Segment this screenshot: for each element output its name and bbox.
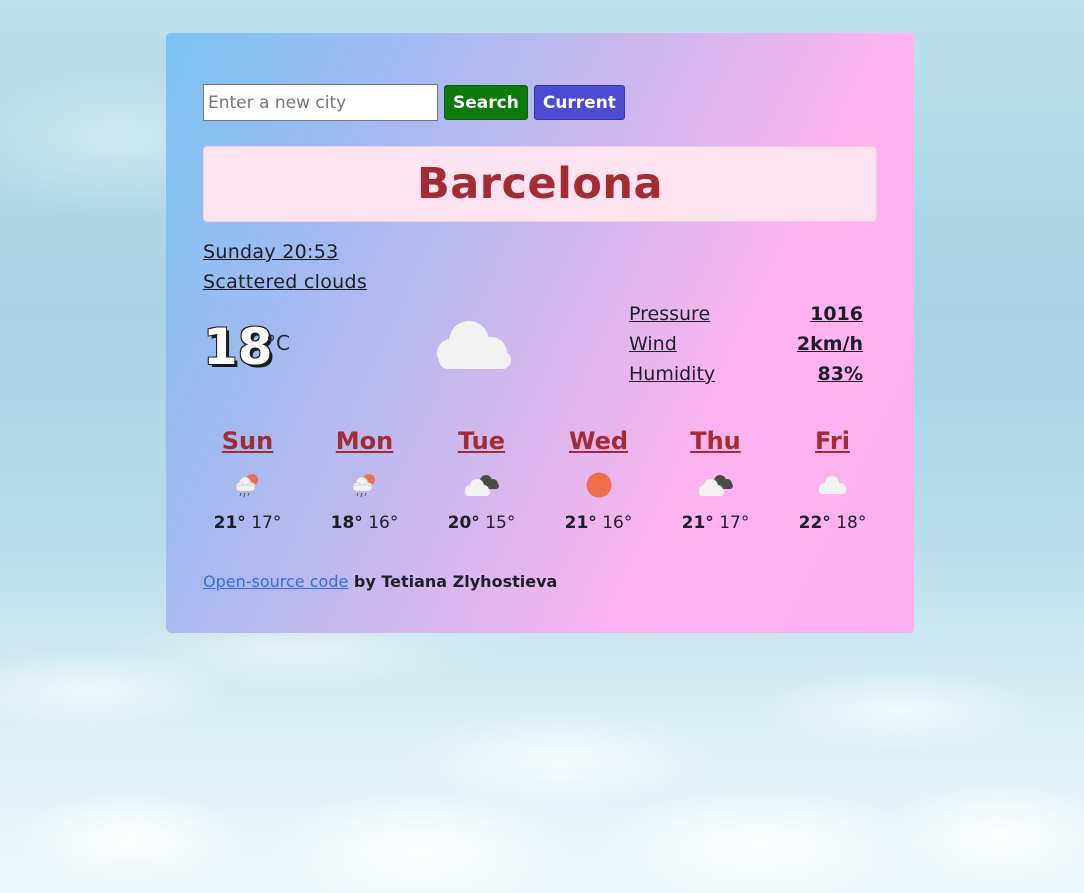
current-location-button[interactable]: Current [533,85,625,120]
forecast-day-name: Fri [815,427,850,455]
forecast-day: Tue 20° 15° [423,421,540,533]
humidity-value: 83% [817,363,863,385]
forecast-day-name: Sun [221,427,274,455]
search-form: Search Current [203,84,625,121]
forecast-temps: 18° 16° [306,513,423,533]
forecast-max: 22° [798,513,831,533]
city-name: Barcelona [416,159,664,209]
footer: Open-source code by Tetiana Zlyhostieva [203,572,557,591]
sun-icon [540,461,657,509]
forecast-max: 21° [564,513,597,533]
forecast: Sun 21° 17° Mon 18° 16° Tue 20° 15° Wed … [189,421,891,533]
forecast-temps: 21° 16° [540,513,657,533]
current-date-time: Sunday 20:53 [203,241,339,263]
pressure-value: 1016 [810,303,863,325]
broken-clouds-icon [657,461,774,509]
weather-description: Scattered clouds [203,271,368,293]
forecast-day-name: Thu [690,427,741,455]
rain-sun-icon [189,461,306,509]
wind-value: 2km/h [796,333,863,355]
forecast-min: 18° [836,513,867,533]
wind-label: Wind [629,333,677,355]
broken-clouds-icon [423,461,540,509]
cloud-icon [774,461,891,509]
forecast-min: 16° [602,513,633,533]
cloud-icon [429,313,519,373]
current-temperature: 18 [203,318,273,376]
city-search-input[interactable] [203,84,438,121]
weather-details: Pressure 1016 Wind 2km/h Humidity 83% [629,299,869,389]
weather-card: Search Current Barcelona Sunday 20:53 Sc… [166,33,914,633]
rain-sun-icon [306,461,423,509]
forecast-temps: 21° 17° [189,513,306,533]
forecast-day: Thu 21° 17° [657,421,774,533]
humidity-label: Humidity [629,363,716,385]
forecast-max: 18° [330,513,363,533]
forecast-min: 15° [485,513,516,533]
pressure-row: Pressure 1016 [629,299,869,329]
forecast-temps: 22° 18° [774,513,891,533]
city-header: Barcelona [203,146,877,222]
author-credit: by Tetiana Zlyhostieva [348,572,558,591]
search-button[interactable]: Search [444,85,528,120]
forecast-day-name: Wed [568,427,629,455]
forecast-temps: 20° 15° [423,513,540,533]
forecast-min: 16° [368,513,399,533]
forecast-day: Fri 22° 18° [774,421,891,533]
forecast-max: 20° [447,513,480,533]
pressure-label: Pressure [629,303,711,325]
forecast-temps: 21° 17° [657,513,774,533]
humidity-row: Humidity 83% [629,359,869,389]
forecast-day: Sun 21° 17° [189,421,306,533]
forecast-day-name: Tue [457,427,506,455]
source-code-link[interactable]: Open-source code [203,572,348,591]
forecast-max: 21° [681,513,714,533]
wind-row: Wind 2km/h [629,329,869,359]
forecast-min: 17° [719,513,750,533]
temperature-unit: °C [266,331,290,355]
forecast-day: Wed 21° 16° [540,421,657,533]
forecast-min: 17° [251,513,282,533]
forecast-day-name: Mon [335,427,394,455]
forecast-day: Mon 18° 16° [306,421,423,533]
forecast-max: 21° [213,513,246,533]
